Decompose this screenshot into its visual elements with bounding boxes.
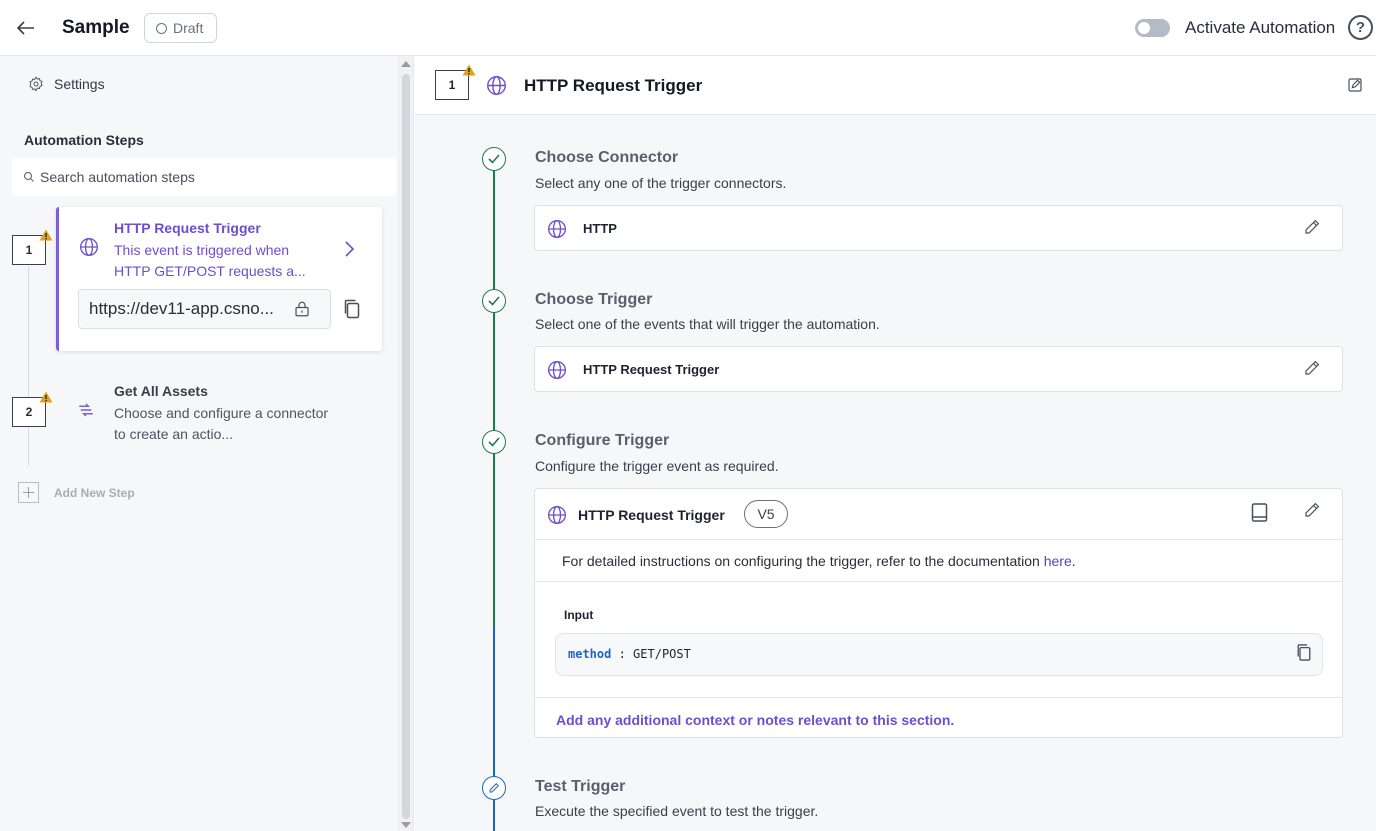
add-notes-link[interactable]: Add any additional context or notes rele… [535, 697, 1342, 738]
step-detail-panel: 1 HTTP Request Trigger Choose Connector … [415, 56, 1376, 831]
warning-icon [39, 229, 53, 241]
input-value: GET/POST [633, 647, 691, 661]
warning-icon [462, 64, 476, 76]
step-complete-check-icon [482, 147, 506, 171]
automation-steps-sidebar: Settings Automation Steps 1 HTTP Request… [0, 56, 398, 831]
trigger-name: HTTP Request Trigger [583, 362, 720, 377]
webhook-url-text: https://dev11-app.csno... [89, 299, 274, 318]
step-in-progress-pencil-icon [482, 776, 506, 800]
step-description: This event is triggered when HTTP GET/PO… [114, 242, 306, 279]
globe-icon [548, 506, 566, 524]
pencil-icon[interactable] [1303, 359, 1321, 377]
pencil-icon[interactable] [1303, 218, 1321, 236]
input-key: method [568, 647, 612, 661]
connector-name: HTTP [583, 221, 617, 236]
documentation-link[interactable]: here [1044, 553, 1072, 569]
globe-icon [80, 238, 98, 256]
scrollbar-thumb[interactable] [402, 74, 410, 819]
settings-link[interactable]: Settings [28, 76, 105, 92]
section-title-configure-trigger: Configure Trigger [535, 432, 670, 449]
section-title-choose-connector: Choose Connector [535, 149, 679, 166]
documentation-suffix: . [1071, 553, 1076, 569]
search-steps-input[interactable] [40, 169, 380, 185]
globe-icon [548, 361, 566, 379]
globe-icon [548, 220, 566, 238]
webhook-url-field[interactable]: https://dev11-app.csno... [78, 289, 331, 329]
scroll-up-arrow-icon[interactable] [401, 61, 411, 67]
chevron-right-icon[interactable] [342, 240, 356, 258]
edit-icon[interactable] [1347, 77, 1363, 93]
configure-trigger-card: HTTP Request Trigger V5 For detailed ins… [534, 488, 1343, 738]
activate-automation-label: Activate Automation [1185, 18, 1336, 37]
add-new-step-button[interactable]: Add New Step [18, 482, 135, 503]
top-header: Sample Draft Activate Automation ? [0, 0, 1376, 56]
status-label: Draft [173, 20, 204, 36]
input-label: Input [564, 608, 594, 622]
documentation-note: For detailed instructions on configuring… [535, 540, 1342, 582]
documentation-text: For detailed instructions on configuring… [562, 553, 1044, 569]
shuffle-icon [79, 403, 93, 417]
section-title-test-trigger: Test Trigger [535, 778, 626, 795]
copy-url-icon[interactable] [343, 299, 361, 319]
back-arrow-icon[interactable] [14, 16, 38, 40]
activate-automation-toggle[interactable] [1135, 19, 1170, 37]
gear-icon [29, 76, 43, 92]
lock-icon [295, 301, 309, 317]
search-bar [12, 158, 396, 196]
configure-trigger-header: HTTP Request Trigger V5 [535, 489, 1342, 540]
steps-connector-line [28, 266, 29, 466]
plus-icon [18, 482, 39, 503]
warning-icon [39, 391, 53, 403]
step-detail-header: 1 HTTP Request Trigger [415, 56, 1376, 115]
status-badge: Draft [144, 13, 217, 43]
copy-icon[interactable] [1296, 643, 1312, 662]
step-complete-check-icon [482, 430, 506, 454]
scroll-down-arrow-icon[interactable] [401, 822, 411, 828]
globe-icon [487, 76, 506, 95]
section-description: Configure the trigger event as required. [535, 458, 779, 474]
section-description: Select one of the events that will trigg… [535, 316, 880, 332]
settings-label: Settings [54, 76, 105, 92]
section-description: Select any one of the trigger connectors… [535, 175, 787, 191]
timeline-line-active [493, 628, 495, 831]
toggle-knob [1138, 22, 1150, 34]
add-new-step-label: Add New Step [54, 485, 135, 500]
step-title: HTTP Request Trigger [114, 220, 261, 236]
step-detail-title: HTTP Request Trigger [524, 76, 703, 95]
selected-trigger-card[interactable]: HTTP Request Trigger [534, 346, 1343, 392]
selected-connector-card[interactable]: HTTP [534, 205, 1343, 251]
automation-steps-heading: Automation Steps [24, 132, 144, 148]
input-code-block: method : GET/POST [555, 633, 1323, 676]
step-title[interactable]: Get All Assets [114, 383, 208, 399]
automation-title: Sample [62, 17, 130, 38]
draft-circle-icon [156, 22, 167, 34]
help-icon[interactable]: ? [1348, 15, 1373, 40]
sidebar-scrollbar[interactable] [398, 56, 414, 831]
version-badge: V5 [744, 500, 788, 528]
step-complete-check-icon [482, 289, 506, 313]
step-description: Choose and configure a connector to crea… [114, 405, 329, 442]
step-card-http-request-trigger[interactable]: HTTP Request Trigger This event is trigg… [56, 207, 382, 351]
input-separator: : [611, 647, 634, 661]
configure-trigger-name: HTTP Request Trigger [578, 507, 725, 523]
section-description: Execute the specified event to test the … [535, 803, 819, 819]
timeline-line-completed [493, 168, 495, 628]
search-icon [23, 171, 34, 182]
book-icon[interactable] [1251, 503, 1268, 522]
pencil-icon[interactable] [1303, 501, 1321, 519]
section-title-choose-trigger: Choose Trigger [535, 291, 653, 308]
